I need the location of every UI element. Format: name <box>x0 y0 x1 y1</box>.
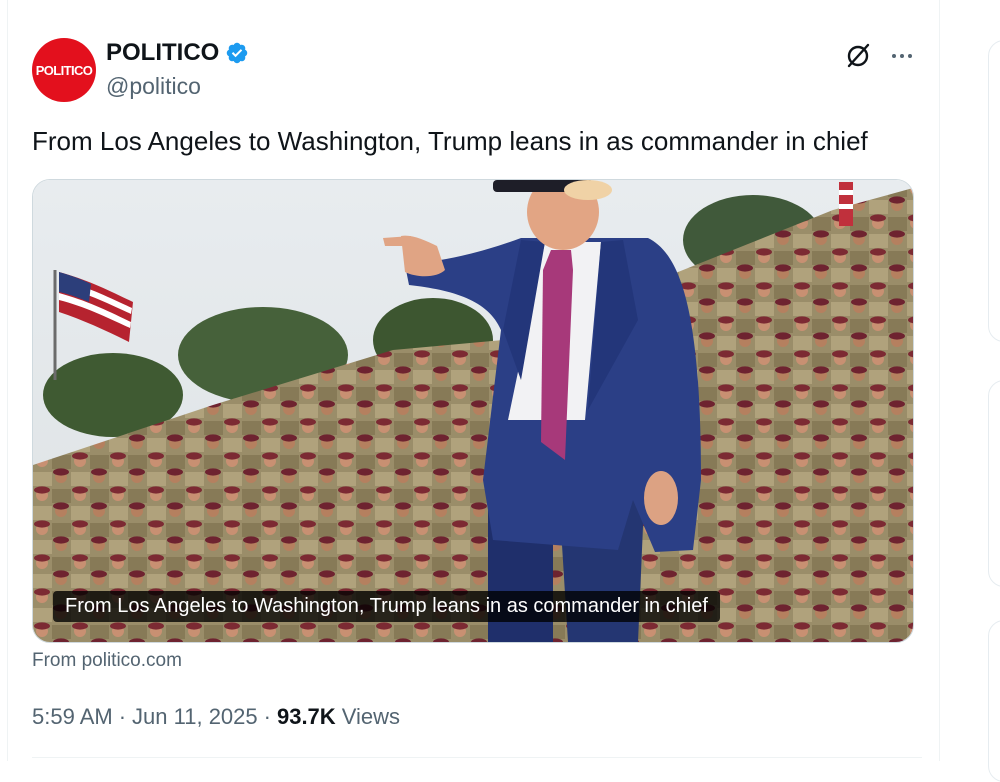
tweet-article: POLITICO POLITICO @politico From Los Ang… <box>8 0 938 761</box>
divider <box>32 757 922 758</box>
sidebar-panel <box>988 380 1000 587</box>
views-label: Views <box>341 704 400 729</box>
avatar[interactable]: POLITICO <box>32 38 96 102</box>
card-source-link[interactable]: From politico.com <box>32 650 182 672</box>
sidebar-panel <box>988 40 1000 342</box>
link-preview-card[interactable]: From Los Angeles to Washington, Trump le… <box>32 179 914 643</box>
grok-icon[interactable] <box>844 42 872 70</box>
author-handle[interactable]: @politico <box>106 73 201 100</box>
tweet-meta: 5:59 AM · Jun 11, 2025 · 93.7K Views <box>32 704 400 730</box>
meta-separator: · <box>263 704 271 729</box>
verified-badge-icon <box>227 42 248 64</box>
card-caption: From Los Angeles to Washington, Trump le… <box>53 591 720 622</box>
tweet-time[interactable]: 5:59 AM <box>32 704 113 730</box>
author-name-row: POLITICO <box>106 39 249 67</box>
more-options-icon[interactable] <box>888 42 916 70</box>
tweet-text: From Los Angeles to Washington, Trump le… <box>32 126 868 156</box>
card-image <box>33 180 913 642</box>
meta-separator: · <box>118 704 127 729</box>
sidebar-panel <box>988 620 1000 782</box>
avatar-logo-text: POLITICO <box>35 62 93 78</box>
column-divider <box>939 0 940 761</box>
author-display-name[interactable]: POLITICO <box>106 39 219 67</box>
views-count: 93.7K <box>276 704 336 729</box>
tweet-date[interactable]: Jun 11, 2025 <box>132 704 258 730</box>
